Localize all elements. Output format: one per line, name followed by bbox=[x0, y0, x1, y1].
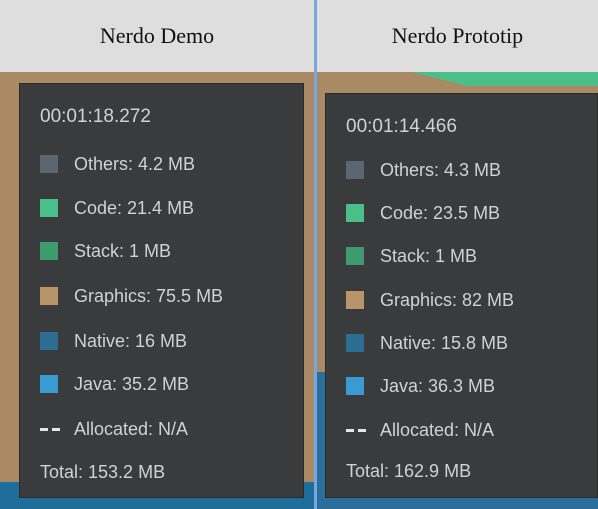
timestamp: 00:01:18.272 bbox=[40, 106, 151, 127]
legend-row-code: Code: 21.4 MB bbox=[40, 196, 194, 220]
legend-label: Graphics: 75.5 MB bbox=[74, 285, 224, 306]
code-swatch bbox=[346, 204, 364, 222]
native-swatch bbox=[346, 334, 364, 352]
others-swatch bbox=[346, 161, 364, 179]
legend-label: Others: 4.2 MB bbox=[74, 153, 196, 174]
legend-row-native: Native: 15.8 MB bbox=[346, 331, 508, 355]
comparison-figure: Nerdo Demo Nerdo Prototip 00:01:18.272 O… bbox=[0, 0, 598, 509]
legend-label: Java: 36.3 MB bbox=[380, 375, 496, 396]
column-header-prototype: Nerdo Prototip bbox=[317, 0, 598, 72]
java-swatch bbox=[346, 377, 364, 395]
legend-label: Java: 35.2 MB bbox=[74, 373, 190, 394]
native-swatch bbox=[40, 332, 58, 350]
legend-row-native: Native: 16 MB bbox=[40, 329, 187, 353]
legend-label: Stack: 1 MB bbox=[380, 245, 478, 266]
dashed-line-icon bbox=[346, 421, 366, 439]
legend-label: Native: 16 MB bbox=[74, 330, 188, 351]
others-swatch bbox=[40, 155, 58, 173]
legend-label: Stack: 1 MB bbox=[74, 240, 172, 261]
code-swatch bbox=[40, 199, 58, 217]
graphics-swatch bbox=[346, 291, 364, 309]
total-label: Total: 153.2 MB bbox=[40, 462, 166, 482]
legend-label: Others: 4.3 MB bbox=[380, 159, 502, 180]
legend-row-others: Others: 4.2 MB bbox=[40, 152, 195, 176]
legend-row-java: Java: 36.3 MB bbox=[346, 374, 495, 398]
dashed-line-icon bbox=[40, 420, 60, 438]
legend-label: Allocated: N/A bbox=[380, 419, 495, 440]
legend-label: Code: 21.4 MB bbox=[74, 197, 195, 218]
total-label: Total: 162.9 MB bbox=[346, 461, 472, 481]
legend-row-graphics: Graphics: 82 MB bbox=[346, 288, 514, 312]
legend-row-code: Code: 23.5 MB bbox=[346, 201, 500, 225]
legend-row-java: Java: 35.2 MB bbox=[40, 372, 189, 396]
legend-row-allocated: Allocated: N/A bbox=[346, 418, 494, 442]
stack-swatch bbox=[346, 247, 364, 265]
memory-tooltip-prototype: 00:01:14.466 Others: 4.3 MB Code: 23.5 M… bbox=[325, 93, 598, 498]
legend-label: Native: 15.8 MB bbox=[380, 332, 509, 353]
java-swatch bbox=[40, 375, 58, 393]
legend-row-others: Others: 4.3 MB bbox=[346, 158, 501, 182]
timestamp: 00:01:14.466 bbox=[346, 116, 457, 137]
legend-row-graphics: Graphics: 75.5 MB bbox=[40, 284, 223, 308]
legend-label: Code: 23.5 MB bbox=[380, 202, 501, 223]
legend-label: Graphics: 82 MB bbox=[380, 289, 515, 310]
memory-tooltip-demo: 00:01:18.272 Others: 4.2 MB Code: 21.4 M… bbox=[19, 83, 304, 498]
legend-label: Allocated: N/A bbox=[74, 418, 189, 439]
graphics-swatch bbox=[40, 287, 58, 305]
legend-row-stack: Stack: 1 MB bbox=[346, 244, 477, 268]
column-header-demo: Nerdo Demo bbox=[0, 0, 314, 72]
legend-row-allocated: Allocated: N/A bbox=[40, 417, 188, 441]
stack-swatch bbox=[40, 242, 58, 260]
legend-row-stack: Stack: 1 MB bbox=[40, 239, 171, 263]
